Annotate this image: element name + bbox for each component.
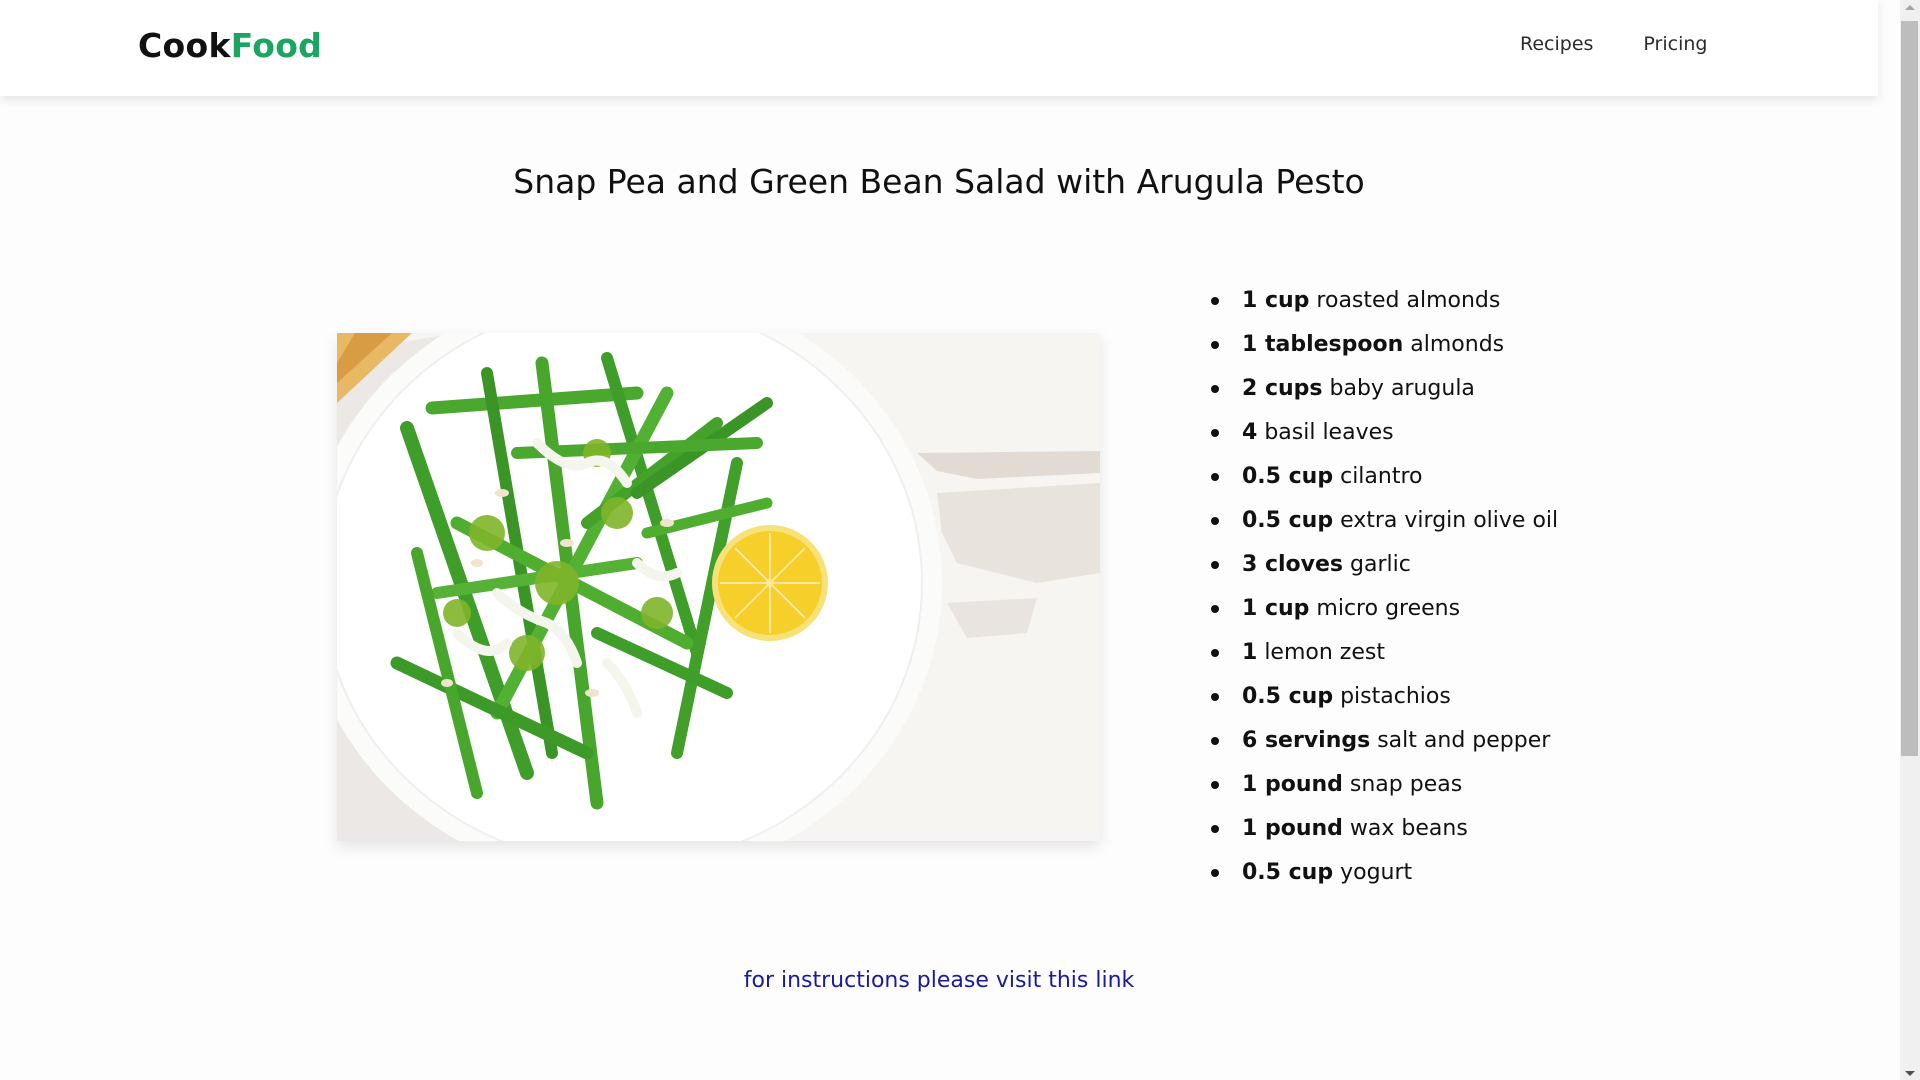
nav-recipes-link[interactable]: Recipes [1520,33,1593,55]
bullet-icon [1211,429,1219,437]
bullet-icon [1211,473,1219,481]
bullet-icon [1211,341,1219,349]
ingredient-qty: 0.5 cup [1242,464,1334,489]
bullet-icon [1211,737,1219,745]
ingredient-qty: 1 pound [1242,772,1343,797]
instructions-link[interactable]: for instructions please visit this link [744,968,1135,993]
logo-food: Food [230,26,323,65]
ingredient-item: 1 pound snap peas [1208,768,1558,812]
scroll-up-button[interactable] [1900,0,1920,14]
ingredient-item: 0.5 cup cilantro [1208,460,1558,504]
ingredient-name: baby arugula [1329,376,1475,401]
ingredient-name: wax beans [1349,816,1468,841]
ingredient-name: extra virgin olive oil [1340,508,1559,533]
scroll-up-arrow-icon [1905,4,1915,10]
ingredient-name: micro greens [1316,596,1461,621]
ingredient-qty: 0.5 cup [1242,860,1334,885]
ingredient-item: 1 cup micro greens [1208,592,1558,636]
main-nav: Recipes Pricing [1520,33,1707,55]
recipe-title: Snap Pea and Green Bean Salad with Arugu… [513,162,1365,201]
bullet-icon [1211,649,1219,657]
ingredient-name: almonds [1410,332,1505,357]
nav-pricing-link[interactable]: Pricing [1643,33,1707,55]
ingredient-name: yogurt [1340,860,1413,885]
ingredient-qty: 3 cloves [1242,552,1344,577]
logo-cook: Cook [138,26,231,65]
ingredient-qty: 1 tablespoon [1242,332,1404,357]
recipe-photo [337,333,1100,841]
bullet-icon [1211,781,1219,789]
salad-illustration [337,333,1100,841]
ingredient-item: 1 cup roasted almonds [1208,284,1558,328]
vertical-scrollbar[interactable] [1900,0,1920,1080]
bullet-icon [1211,825,1219,833]
ingredient-item: 1 pound wax beans [1208,812,1558,856]
ingredient-name: snap peas [1349,772,1463,797]
ingredient-qty: 1 cup [1242,596,1310,621]
bullet-icon [1211,517,1219,525]
scrollbar-thumb[interactable] [1901,21,1918,756]
bullet-icon [1211,561,1219,569]
ingredient-name: roasted almonds [1316,288,1501,313]
ingredient-item: 1 lemon zest [1208,636,1558,680]
logo[interactable]: CookFood [138,26,322,65]
ingredient-name: garlic [1350,552,1411,577]
ingredient-name: pistachios [1340,684,1451,709]
bullet-icon [1211,297,1219,305]
bullet-icon [1211,869,1219,877]
scroll-down-arrow-icon [1905,1070,1915,1076]
ingredient-list: 1 cup roasted almonds 1 tablespoon almon… [1208,284,1558,900]
ingredient-name: cilantro [1340,464,1423,489]
ingredient-name: lemon zest [1264,640,1385,665]
ingredient-qty: 0.5 cup [1242,508,1334,533]
bullet-icon [1211,385,1219,393]
ingredient-qty: 4 [1242,420,1258,445]
ingredient-item: 2 cups baby arugula [1208,372,1558,416]
ingredient-qty: 1 pound [1242,816,1343,841]
site-header: CookFood Recipes Pricing [0,0,1878,96]
bullet-icon [1211,693,1219,701]
ingredient-name: salt and pepper [1377,728,1551,753]
ingredient-item: 3 cloves garlic [1208,548,1558,592]
ingredient-item: 4 basil leaves [1208,416,1558,460]
ingredient-item: 6 servings salt and pepper [1208,724,1558,768]
instructions-link-container: for instructions please visit this link [0,968,1878,993]
ingredient-qty: 2 cups [1242,376,1323,401]
ingredient-item: 0.5 cup pistachios [1208,680,1558,724]
scroll-down-button[interactable] [1900,1066,1920,1080]
ingredient-name: basil leaves [1264,420,1394,445]
bullet-icon [1211,605,1219,613]
ingredient-item: 0.5 cup yogurt [1208,856,1558,900]
ingredient-qty: 6 servings [1242,728,1371,753]
ingredient-item: 0.5 cup extra virgin olive oil [1208,504,1558,548]
ingredient-item: 1 tablespoon almonds [1208,328,1558,372]
ingredient-qty: 1 cup [1242,288,1310,313]
ingredient-qty: 0.5 cup [1242,684,1334,709]
ingredient-qty: 1 [1242,640,1258,665]
